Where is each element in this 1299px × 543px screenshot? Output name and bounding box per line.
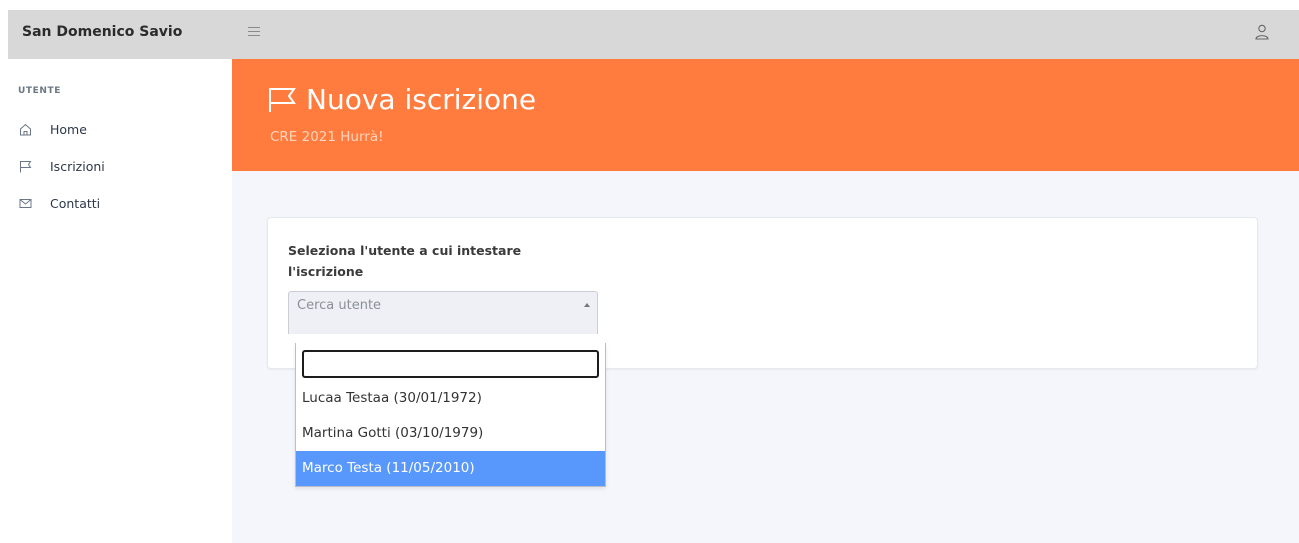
brand-name[interactable]: San Domenico Savio xyxy=(8,10,232,59)
hamburger-icon[interactable] xyxy=(248,27,260,37)
sidebar-item-iscrizioni[interactable]: Iscrizioni xyxy=(18,156,105,176)
top-bar: San Domenico Savio xyxy=(8,10,1299,59)
page-title: Nuova iscrizione xyxy=(268,83,536,116)
sidebar-item-contatti[interactable]: Contatti xyxy=(18,193,100,213)
flag-icon xyxy=(268,87,296,113)
sidebar-section-title: UTENTE xyxy=(18,86,62,96)
sidebar-item-label: Contatti xyxy=(50,195,101,211)
sidebar-item-label: Iscrizioni xyxy=(50,158,105,174)
home-icon xyxy=(18,122,32,136)
dropdown-search-input[interactable] xyxy=(302,350,599,378)
flag-icon xyxy=(18,159,32,173)
user-icon[interactable] xyxy=(1255,24,1269,40)
mail-icon xyxy=(18,196,32,210)
sidebar-item-label: Home xyxy=(50,121,87,137)
dropdown-option[interactable]: Martina Gotti (03/10/1979) xyxy=(296,416,605,451)
page-title-text: Nuova iscrizione xyxy=(306,83,537,116)
page-header: Nuova iscrizione CRE 2021 Hurrà! xyxy=(232,59,1299,171)
user-select-dropdown: Lucaa Testaa (30/01/1972) Martina Gotti … xyxy=(295,343,606,487)
user-select-label: Seleziona l'utente a cui intestare l'isc… xyxy=(288,243,522,279)
chevron-up-icon xyxy=(584,303,590,307)
page-subtitle: CRE 2021 Hurrà! xyxy=(270,129,384,145)
sidebar-item-home[interactable]: Home xyxy=(18,119,87,139)
dropdown-option-selected[interactable]: Marco Testa (11/05/2010) xyxy=(296,451,605,486)
sidebar: UTENTE Home Iscrizioni Contatti xyxy=(8,59,232,543)
app-window: San Domenico Savio UTENTE Home Iscrizion… xyxy=(8,10,1299,543)
dropdown-option[interactable]: Lucaa Testaa (30/01/1972) xyxy=(296,381,605,416)
user-select-placeholder: Cerca utente xyxy=(297,298,382,313)
user-select[interactable]: Cerca utente xyxy=(288,291,598,334)
